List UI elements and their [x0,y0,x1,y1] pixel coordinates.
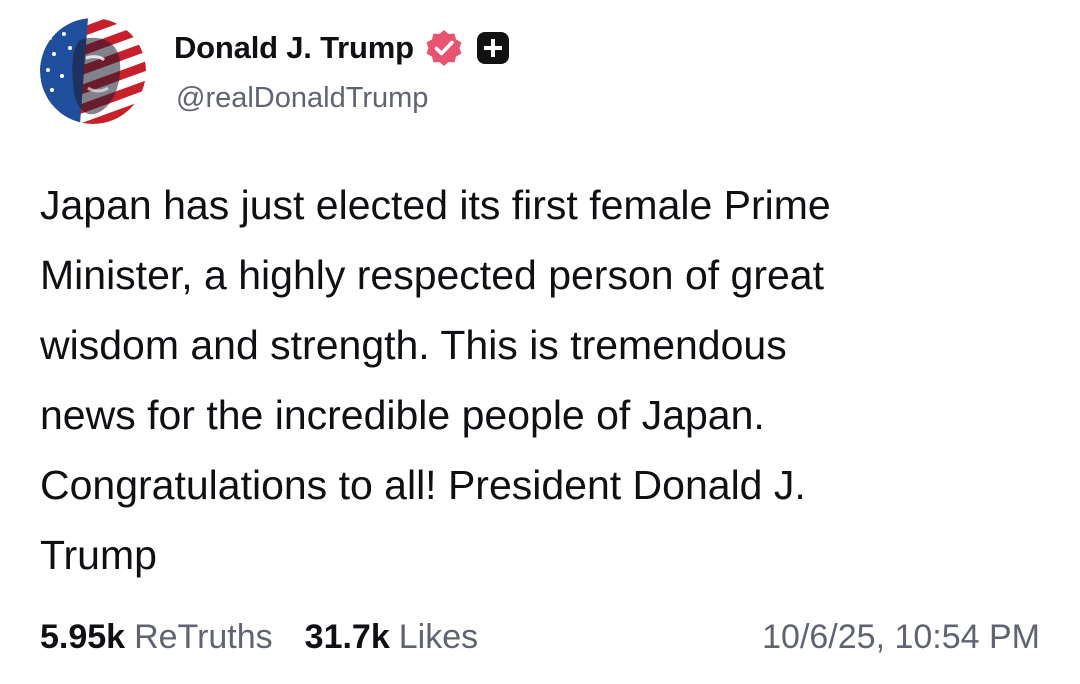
likes-count: 31.7k [304,617,390,656]
display-name[interactable]: Donald J. Trump [174,30,414,66]
retruths-count: 5.95k [40,617,126,656]
post-text: Japan has just elected its first female … [40,182,831,578]
avatar[interactable] [40,18,146,124]
retruths-label: ReTruths [134,617,273,656]
user-handle[interactable]: @realDonaldTrump [176,82,428,115]
author-row: Donald J. Trump [174,26,510,70]
likes-label: Likes [398,617,479,656]
post-stats: 5.95k ReTruths 31.7k Likes [40,612,478,662]
verified-badge-icon [426,30,462,66]
likes-stat[interactable]: 31.7k Likes [305,618,478,657]
retruths-stat[interactable]: 5.95k ReTruths [40,618,273,657]
post-timestamp: 10/6/25, 10:54 PM [762,618,1040,656]
avatar-image [40,18,146,124]
plus-badge-icon [476,32,509,64]
